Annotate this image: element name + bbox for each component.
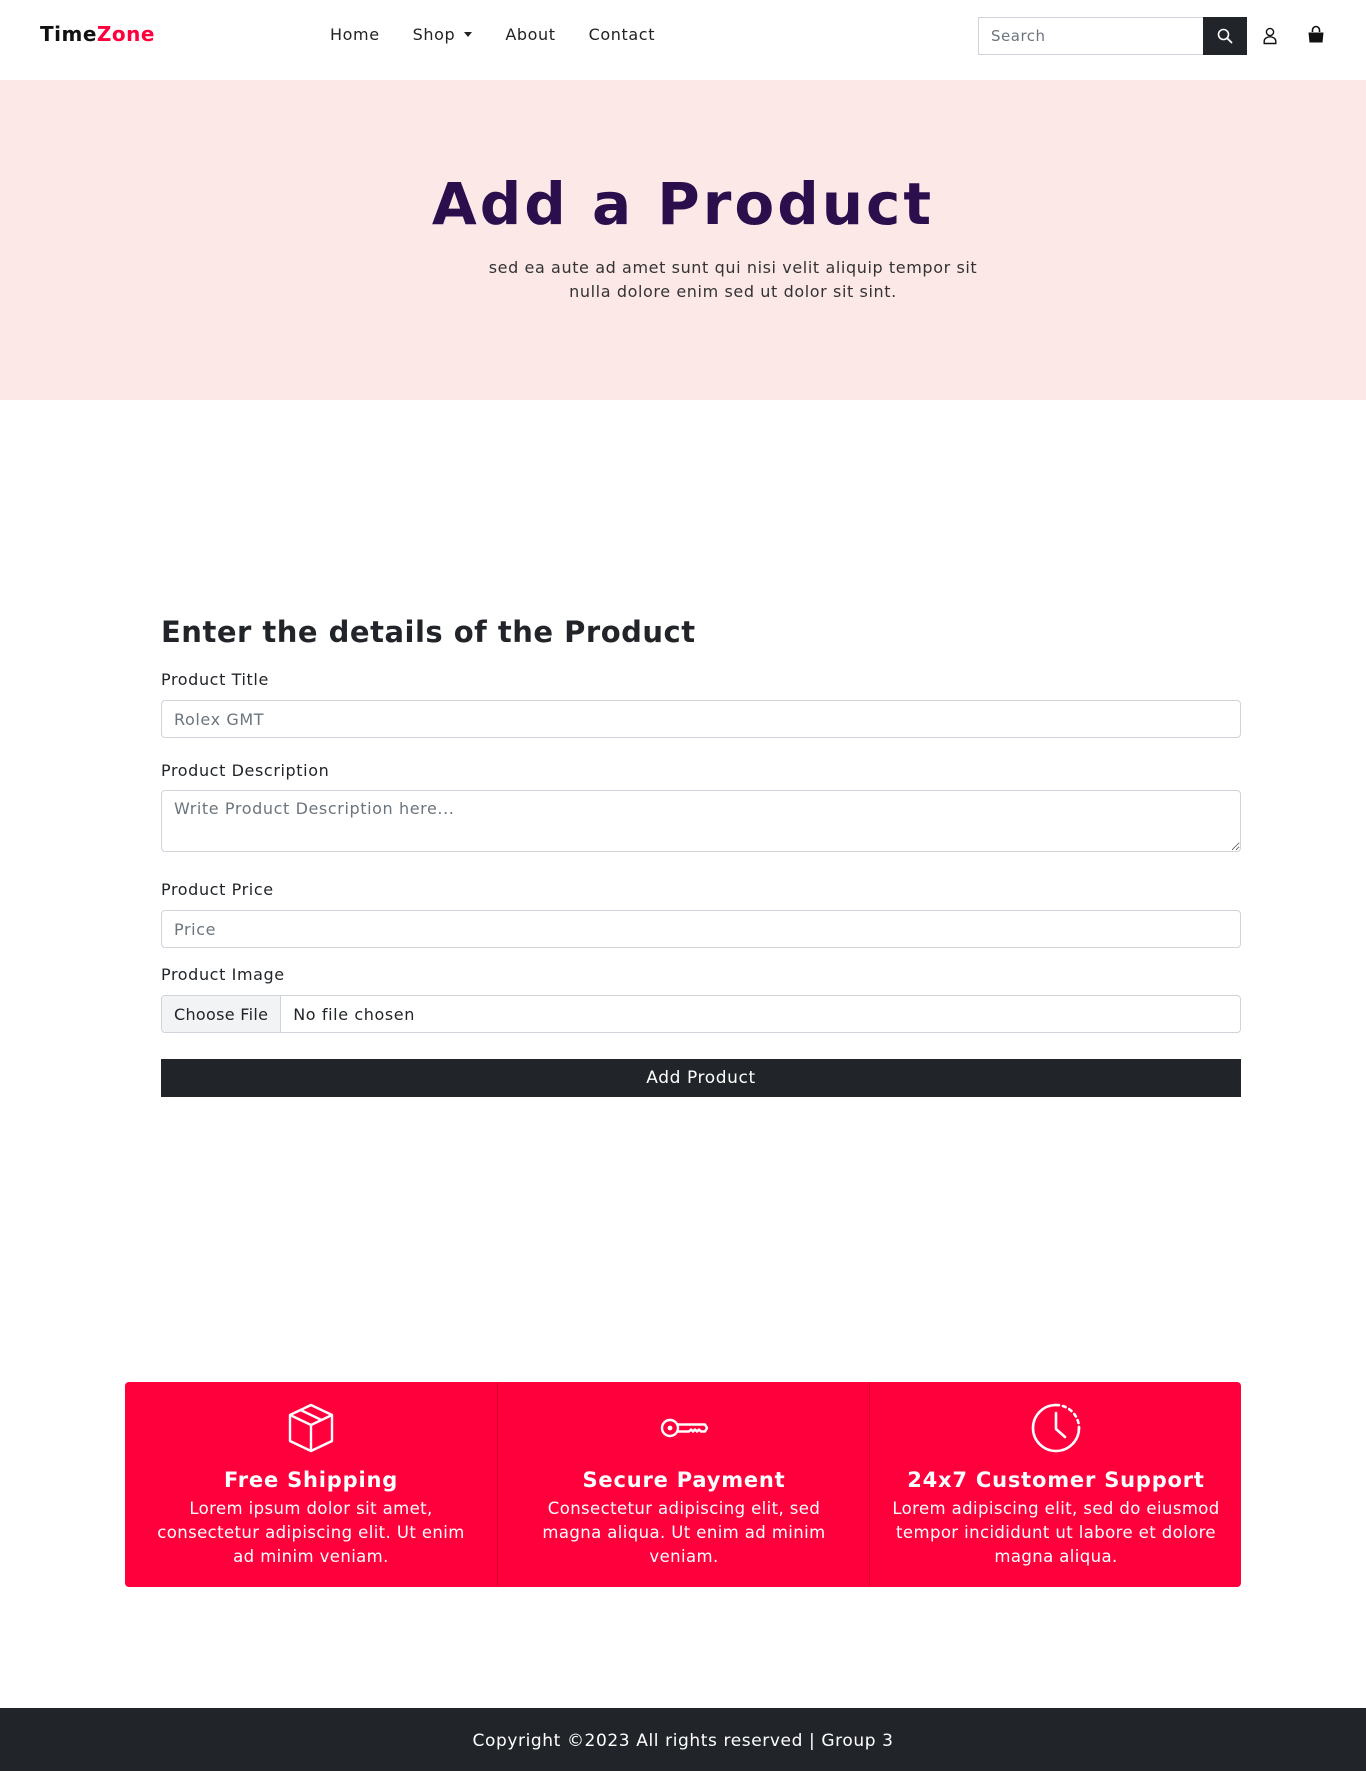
feature-text: Consectetur adipiscing elit, sed magna a… [542, 1499, 826, 1566]
shopping-bag-icon[interactable] [1307, 25, 1325, 45]
hero-subtitle: sed ea aute ad amet sunt qui nisi velit … [488, 258, 978, 301]
search-button[interactable] [1203, 17, 1247, 55]
product-title-label: Product Title [161, 670, 269, 689]
features-strip: Free Shipping Lorem ipsum dolor sit amet… [125, 1382, 1241, 1587]
product-image-file-input[interactable]: Choose File No file chosen [161, 995, 1241, 1033]
brand-accent-text: Zone [96, 22, 155, 46]
feature-secure-payment: Secure Payment Consectetur adipiscing el… [497, 1382, 869, 1587]
nav-link-shop[interactable]: Shop [413, 25, 473, 44]
feature-title: Secure Payment [582, 1468, 786, 1492]
product-title-input[interactable] [161, 700, 1241, 738]
footer: Copyright ©2023 All rights reserved | Gr… [0, 1708, 1366, 1771]
feature-text: Lorem ipsum dolor sit amet, consectetur … [157, 1499, 465, 1566]
product-description-label: Product Description [161, 761, 330, 780]
product-image-label: Product Image [161, 965, 285, 984]
search-icon [1217, 28, 1233, 44]
choose-file-button[interactable]: Choose File [162, 996, 282, 1032]
feature-text: Lorem adipiscing elit, sed do eiusmod te… [892, 1499, 1220, 1566]
page-title: Add a Product [431, 170, 935, 238]
nav-link-about[interactable]: About [505, 25, 555, 44]
feature-title: 24x7 Customer Support [907, 1468, 1205, 1492]
add-product-form: Enter the details of the Product Product… [161, 610, 1241, 1097]
footer-copyright: Copyright ©2023 All rights reserved | Gr… [472, 1731, 894, 1751]
nav-link-home[interactable]: Home [330, 25, 380, 44]
box-icon [288, 1403, 334, 1453]
product-price-input[interactable] [161, 910, 1241, 948]
hero-banner: Add a Product sed ea aute ad amet sunt q… [0, 80, 1366, 400]
search-input[interactable] [978, 17, 1203, 55]
nav-link-shop-label: Shop [412, 25, 456, 44]
chevron-down-icon [464, 32, 473, 37]
search-form [978, 17, 1247, 55]
nav-link-contact[interactable]: Contact [589, 25, 655, 44]
file-status-text: No file chosen [293, 1004, 415, 1024]
feature-title: Free Shipping [223, 1468, 399, 1492]
key-icon [660, 1418, 709, 1438]
brand-logo[interactable]: TimeZone [40, 22, 155, 46]
nav-links: Home Shop About Contact [330, 25, 688, 44]
add-product-button[interactable]: Add Product [161, 1059, 1241, 1097]
product-description-textarea[interactable] [161, 790, 1241, 852]
brand-main-text: Time [40, 22, 97, 46]
feature-customer-support: 24x7 Customer Support Lorem adipiscing e… [869, 1382, 1241, 1587]
user-icon[interactable] [1261, 26, 1279, 46]
navbar: TimeZone Home Shop About Contact [0, 0, 1366, 80]
product-price-label: Product Price [161, 880, 274, 899]
clock-icon [1031, 1403, 1081, 1453]
feature-free-shipping: Free Shipping Lorem ipsum dolor sit amet… [125, 1382, 497, 1587]
form-heading: Enter the details of the Product [161, 615, 696, 649]
